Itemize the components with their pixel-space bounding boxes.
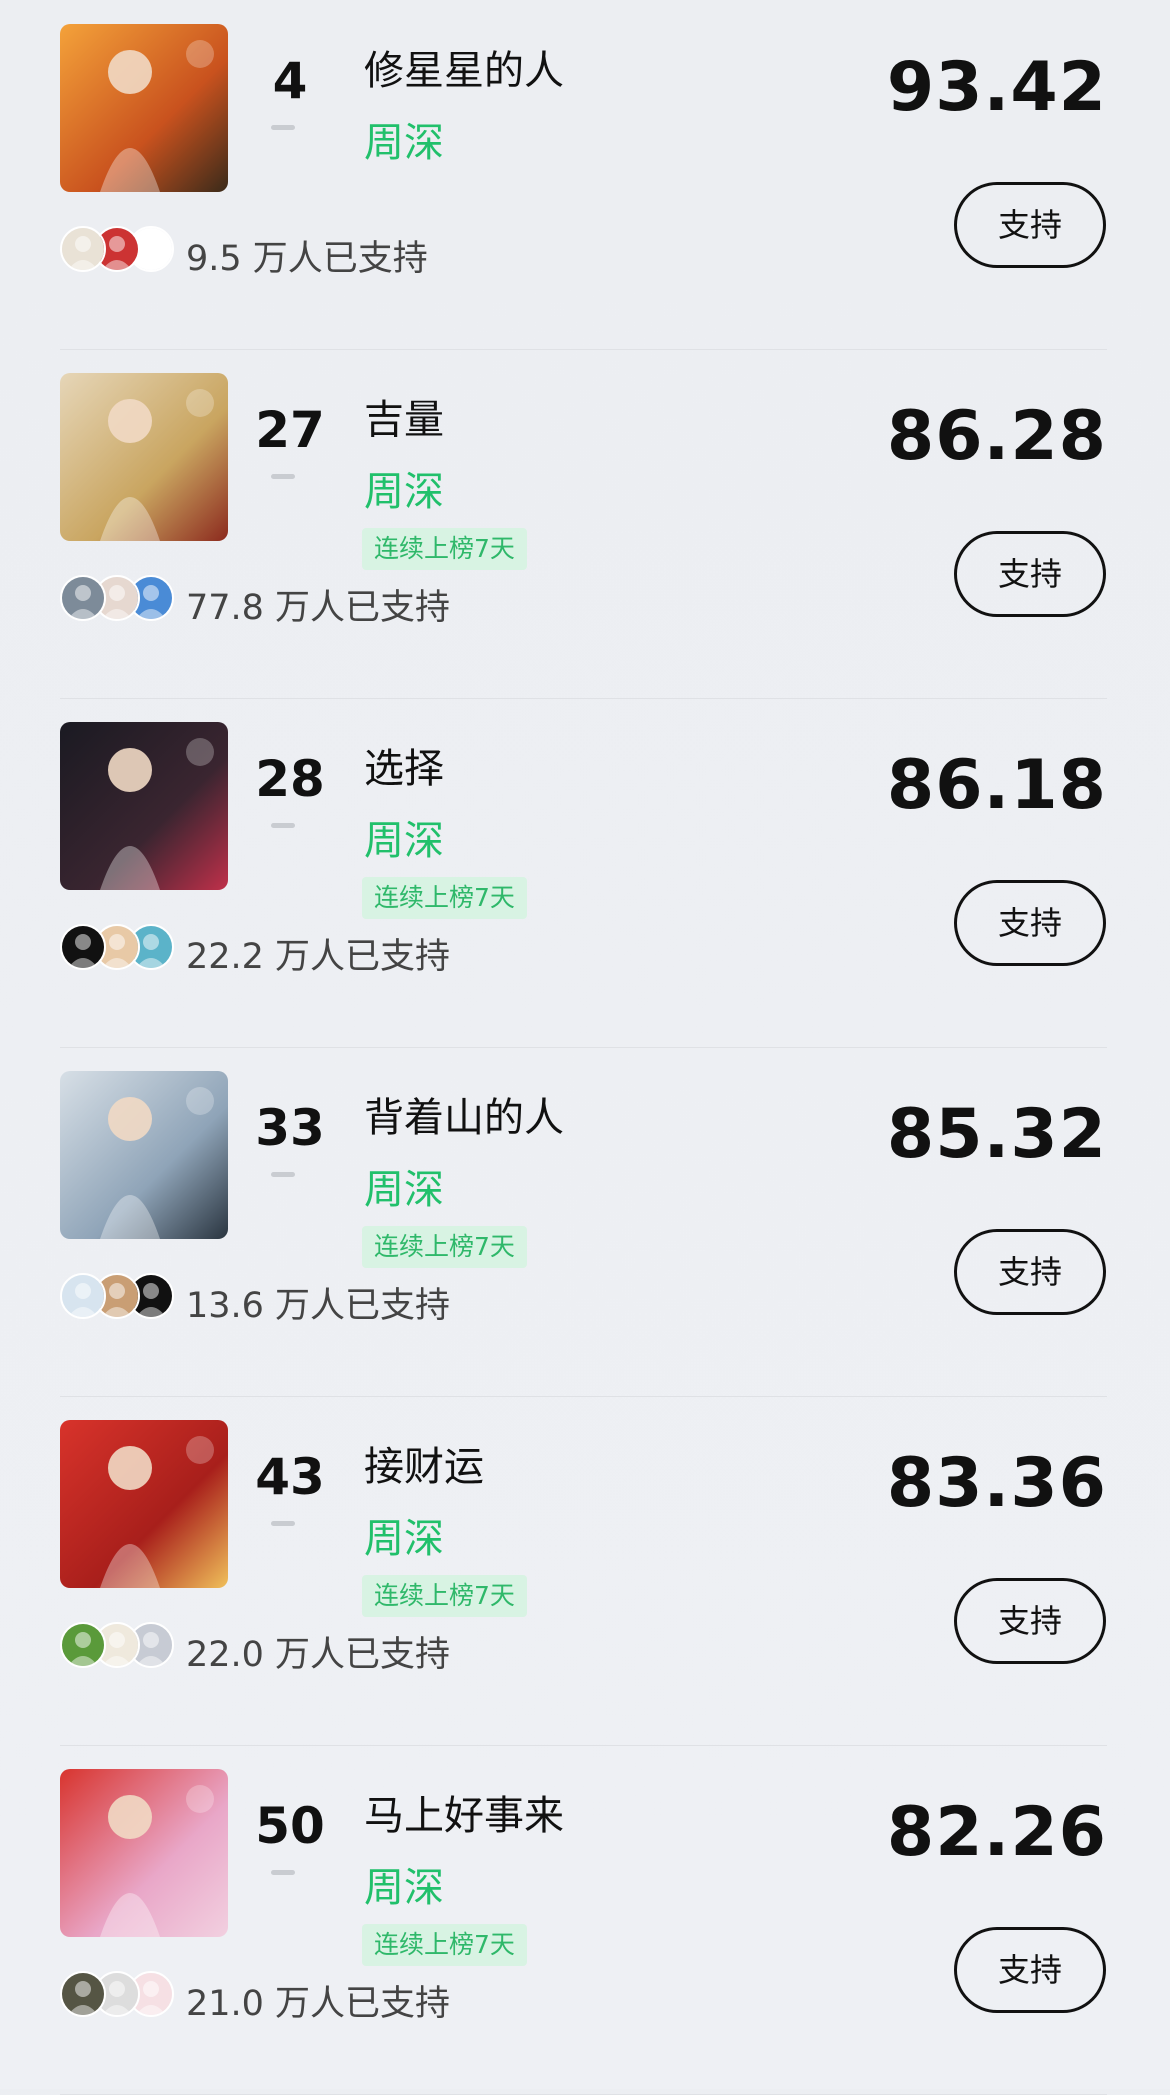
song-row[interactable]: 28 选择 周深 连续上榜7天 86.18 支持 22.2 万人已支持: [60, 698, 1107, 1048]
supporter-avatar-icon: [60, 1971, 106, 2017]
song-row[interactable]: 33 背着山的人 周深 连续上榜7天 85.32 支持 13.6 万人已支持: [60, 1047, 1107, 1397]
supporter-avatar-icon: [60, 924, 106, 970]
album-cover[interactable]: [60, 1420, 228, 1588]
supporter-avatar-icon: [60, 1622, 106, 1668]
song-row[interactable]: 43 接财运 周深 连续上榜7天 83.36 支持 22.0 万人已支持: [60, 1396, 1107, 1746]
rank-number: 27: [255, 401, 325, 459]
artist-name[interactable]: 周深: [364, 459, 444, 517]
song-title[interactable]: 选择: [364, 736, 444, 794]
artist-name[interactable]: 周深: [364, 808, 444, 866]
support-button[interactable]: 支持: [954, 1927, 1106, 2013]
rank-change-indicator: [271, 125, 295, 130]
supporter-avatar-icon: [60, 1273, 106, 1319]
supporter-avatars: [60, 924, 174, 972]
supporter-count: 21.0 万人已支持: [186, 1984, 451, 2024]
rank-change-indicator: [271, 1870, 295, 1875]
support-button[interactable]: 支持: [954, 1229, 1106, 1315]
supporter-avatars: [60, 575, 174, 623]
song-row[interactable]: 4 修星星的人 周深 93.42 支持 9.5 万人已支持: [60, 0, 1107, 350]
rank-number: 43: [255, 1448, 325, 1506]
song-title[interactable]: 修星星的人: [364, 38, 564, 96]
streak-badge: 连续上榜7天: [362, 528, 527, 570]
supporter-avatars: [60, 1273, 174, 1321]
album-cover[interactable]: [60, 722, 228, 890]
artist-name[interactable]: 周深: [364, 1506, 444, 1564]
song-title[interactable]: 吉量: [364, 387, 444, 445]
support-button[interactable]: 支持: [954, 531, 1106, 617]
rank-number: 28: [255, 750, 325, 808]
song-title[interactable]: 接财运: [364, 1434, 484, 1492]
song-title[interactable]: 背着山的人: [364, 1085, 564, 1143]
song-score: 93.42: [886, 48, 1107, 127]
supporter-count: 22.0 万人已支持: [186, 1635, 451, 1675]
support-button[interactable]: 支持: [954, 182, 1106, 268]
rank-change-indicator: [271, 1172, 295, 1177]
rank-change-indicator: [271, 823, 295, 828]
streak-badge: 连续上榜7天: [362, 1924, 527, 1966]
album-cover[interactable]: [60, 1769, 228, 1937]
rank-number: 4: [272, 52, 308, 110]
album-cover[interactable]: [60, 1071, 228, 1239]
supporter-count: 77.8 万人已支持: [186, 588, 451, 628]
song-score: 86.28: [886, 397, 1107, 476]
supporter-avatars: [60, 1971, 174, 2019]
artist-name[interactable]: 周深: [364, 1855, 444, 1913]
song-score: 82.26: [886, 1793, 1107, 1872]
support-button[interactable]: 支持: [954, 880, 1106, 966]
supporter-count: 22.2 万人已支持: [186, 937, 451, 977]
streak-badge: 连续上榜7天: [362, 1226, 527, 1268]
supporter-avatar-icon: [60, 575, 106, 621]
supporter-avatars: [60, 226, 174, 274]
rank-number: 33: [255, 1099, 325, 1157]
artist-name[interactable]: 周深: [364, 1157, 444, 1215]
artist-name[interactable]: 周深: [364, 110, 444, 168]
supporter-avatar-icon: [60, 226, 106, 272]
supporter-count: 9.5 万人已支持: [186, 239, 428, 279]
song-row[interactable]: 27 吉量 周深 连续上榜7天 86.28 支持 77.8 万人已支持: [60, 349, 1107, 699]
rank-change-indicator: [271, 1521, 295, 1526]
album-cover[interactable]: [60, 24, 228, 192]
streak-badge: 连续上榜7天: [362, 1575, 527, 1617]
rank-change-indicator: [271, 474, 295, 479]
support-button[interactable]: 支持: [954, 1578, 1106, 1664]
supporter-avatars: [60, 1622, 174, 1670]
song-score: 86.18: [886, 746, 1107, 825]
supporter-count: 13.6 万人已支持: [186, 1286, 451, 1326]
album-cover[interactable]: [60, 373, 228, 541]
streak-badge: 连续上榜7天: [362, 877, 527, 919]
song-row[interactable]: 50 马上好事来 周深 连续上榜7天 82.26 支持 21.0 万人已支持: [60, 1745, 1107, 2095]
song-score: 85.32: [886, 1095, 1107, 1174]
song-score: 83.36: [886, 1444, 1107, 1523]
rank-number: 50: [255, 1797, 325, 1855]
chart-list: 4 修星星的人 周深 93.42 支持 9.5 万人已支持 27 吉量 周深 连…: [0, 0, 1170, 2095]
song-title[interactable]: 马上好事来: [364, 1783, 564, 1841]
